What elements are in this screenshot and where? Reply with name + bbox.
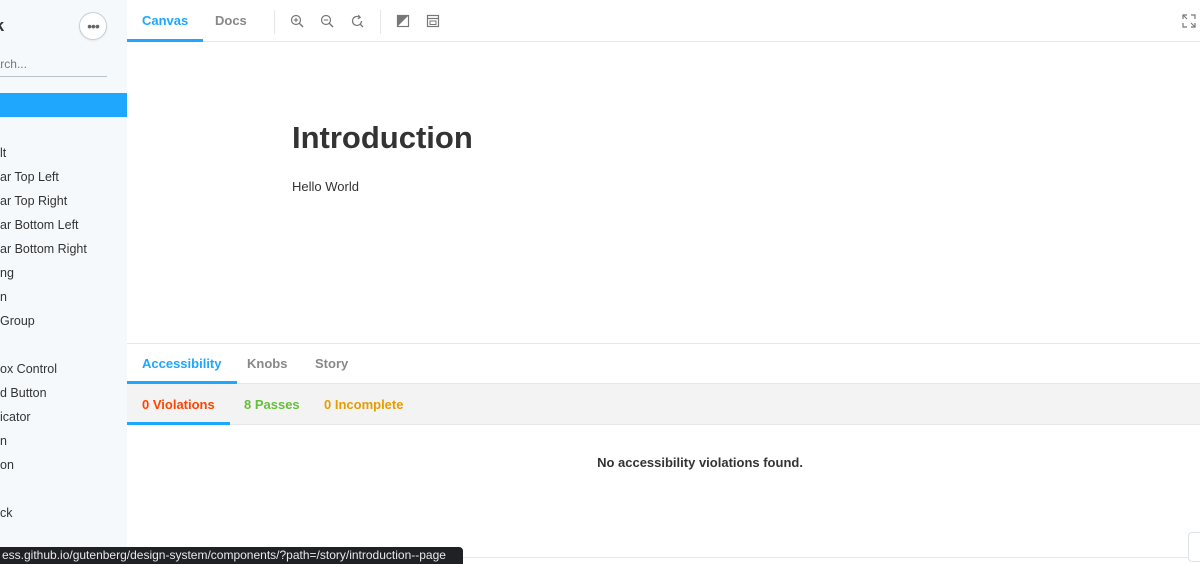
tab-passes[interactable]: 8 Passes	[229, 384, 315, 425]
sidebar-item[interactable]: ox Control	[0, 357, 57, 381]
sidebar: ybook ••• ction lt ar Top Left ar Top Ri…	[0, 0, 127, 564]
addon-tabs: Accessibility Knobs Story	[127, 344, 1200, 384]
sidebar-item[interactable]: ar Bottom Left	[0, 213, 79, 237]
grid-icon	[426, 14, 440, 28]
sidebar-item[interactable]: ng	[0, 261, 14, 285]
background-button[interactable]	[394, 12, 412, 30]
sidebar-item[interactable]: on	[0, 453, 14, 477]
top-toolbar: Canvas Docs	[127, 0, 1200, 42]
story-canvas: Introduction Hello World	[127, 42, 1200, 344]
storybook-window: ybook ••• ction lt ar Top Left ar Top Ri…	[0, 0, 1200, 564]
sidebar-item[interactable]: ar Top Left	[0, 165, 59, 189]
sidebar-item[interactable]: ar Top Right	[0, 189, 67, 213]
sidebar-item[interactable]: Group	[0, 309, 35, 333]
search-input[interactable]	[0, 52, 107, 77]
sidebar-item[interactable]: lt	[0, 141, 6, 165]
toolbar-divider	[380, 10, 381, 34]
fullscreen-icon	[1182, 14, 1196, 28]
a11y-result-tabs: 0 Violations 8 Passes 0 Incomplete	[127, 384, 1200, 425]
sidebar-item[interactable]: d Button	[0, 381, 47, 405]
tab-canvas[interactable]: Canvas	[127, 0, 204, 42]
tab-accessibility[interactable]: Accessibility	[127, 344, 237, 384]
toolbar-divider	[274, 10, 275, 34]
more-dots-icon: •••	[87, 18, 100, 34]
fullscreen-button[interactable]	[1180, 12, 1198, 30]
zoom-in-button[interactable]	[288, 12, 306, 30]
reset-zoom-button[interactable]	[348, 12, 366, 30]
tab-knobs[interactable]: Knobs	[232, 344, 302, 384]
tab-violations[interactable]: 0 Violations	[127, 384, 230, 425]
sidebar-item[interactable]: n	[0, 285, 7, 309]
zoom-in-icon	[290, 14, 304, 28]
zoom-out-icon	[320, 14, 334, 28]
sidebar-item[interactable]: ck	[0, 501, 13, 525]
panel-toggle-button[interactable]	[1188, 532, 1200, 562]
tab-incomplete[interactable]: 0 Incomplete	[309, 384, 418, 425]
sidebar-item-introduction[interactable]: ction	[0, 93, 127, 117]
sidebar-item[interactable]: n	[0, 429, 7, 453]
zoom-out-button[interactable]	[318, 12, 336, 30]
bottom-divider	[463, 557, 1200, 558]
sidebar-item[interactable]: icator	[0, 405, 31, 429]
page-title: Introduction	[292, 120, 473, 155]
tab-docs[interactable]: Docs	[200, 0, 262, 42]
reset-zoom-icon	[351, 14, 364, 28]
storybook-brand[interactable]: ybook	[0, 16, 4, 36]
grid-button[interactable]	[424, 12, 442, 30]
tab-story[interactable]: Story	[300, 344, 363, 384]
addon-panel: Accessibility Knobs Story 0 Violations 8…	[127, 343, 1200, 564]
sidebar-item[interactable]: ar Bottom Right	[0, 237, 87, 261]
link-status-url: ess.github.io/gutenberg/design-system/co…	[0, 547, 463, 564]
no-violations-message: No accessibility violations found.	[597, 455, 803, 470]
intro-text: Hello World	[292, 179, 359, 194]
background-icon	[396, 14, 410, 28]
sidebar-menu-button[interactable]: •••	[79, 12, 107, 40]
